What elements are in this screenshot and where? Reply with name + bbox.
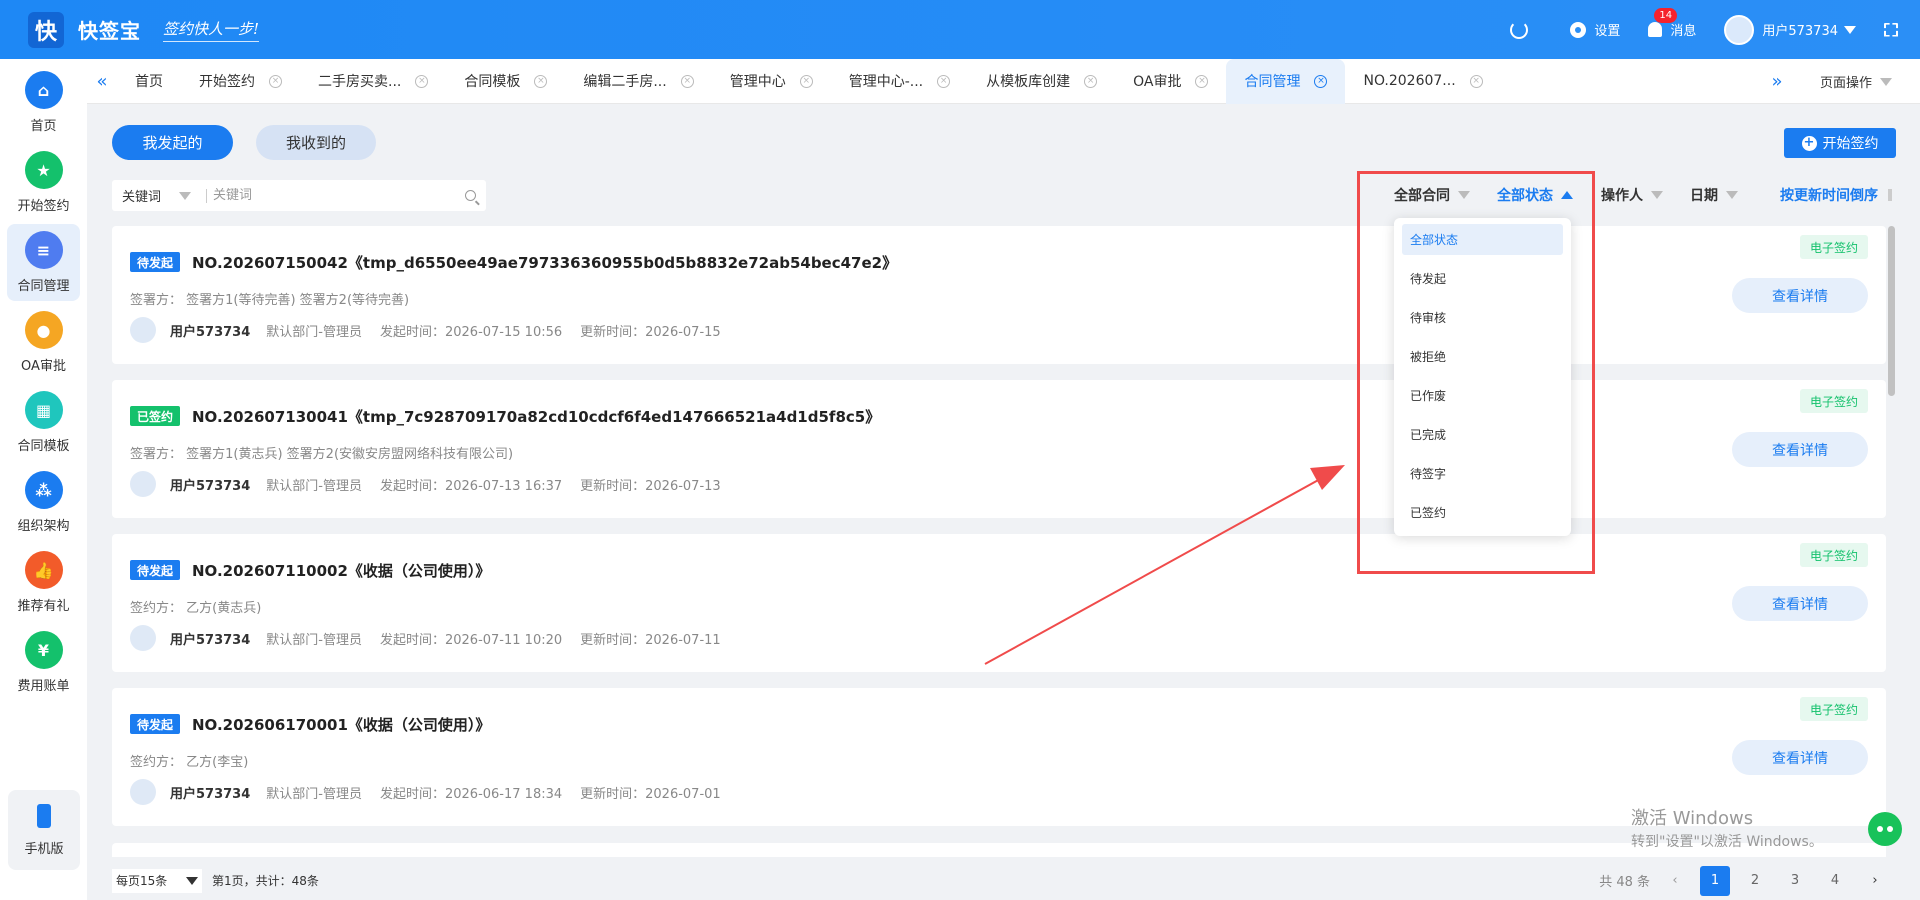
page-button[interactable]: 2 [1740, 866, 1770, 896]
page-button[interactable]: 4 [1820, 866, 1850, 896]
page-button[interactable]: 3 [1780, 866, 1810, 896]
status-option-rejected[interactable]: 被拒绝 [1402, 341, 1563, 372]
status-dropdown-menu: 全部状态 待发起 待审核 被拒绝 已作废 已完成 待签字 已签约 [1394, 218, 1571, 536]
status-option-pending-review[interactable]: 待审核 [1402, 302, 1563, 333]
status-option-all[interactable]: 全部状态 [1402, 224, 1563, 255]
status-option-pending-sign[interactable]: 待签字 [1402, 458, 1563, 489]
page-info: 第1页，共计：48条 [212, 874, 319, 888]
windows-activation-hint: 转到"设置"以激活 Windows。 [1631, 834, 1823, 850]
status-option-voided[interactable]: 已作废 [1402, 380, 1563, 411]
pager: 共 48 条 ‹ 1 2 3 4 › [1599, 861, 1890, 900]
total-count: 共 48 条 [1599, 875, 1650, 890]
status-option-pending-start[interactable]: 待发起 [1402, 263, 1563, 294]
windows-activation-watermark: 激活 Windows [1631, 808, 1754, 829]
next-page-icon[interactable]: › [1860, 873, 1890, 888]
page-button[interactable]: 1 [1700, 865, 1730, 896]
annotation-arrow [984, 465, 1345, 665]
pagination-bar: 每页15条 第1页，共计：48条 共 48 条 ‹ 1 2 3 4 › [87, 861, 1920, 900]
prev-page-icon[interactable]: ‹ [1660, 873, 1690, 888]
page-size-select[interactable]: 每页15条 [112, 868, 202, 893]
status-option-signed[interactable]: 已签约 [1402, 497, 1563, 528]
page-size-label: 每页15条 [116, 874, 168, 888]
status-option-completed[interactable]: 已完成 [1402, 419, 1563, 450]
chevron-down-icon [186, 876, 198, 885]
chat-icon[interactable] [1868, 812, 1902, 846]
